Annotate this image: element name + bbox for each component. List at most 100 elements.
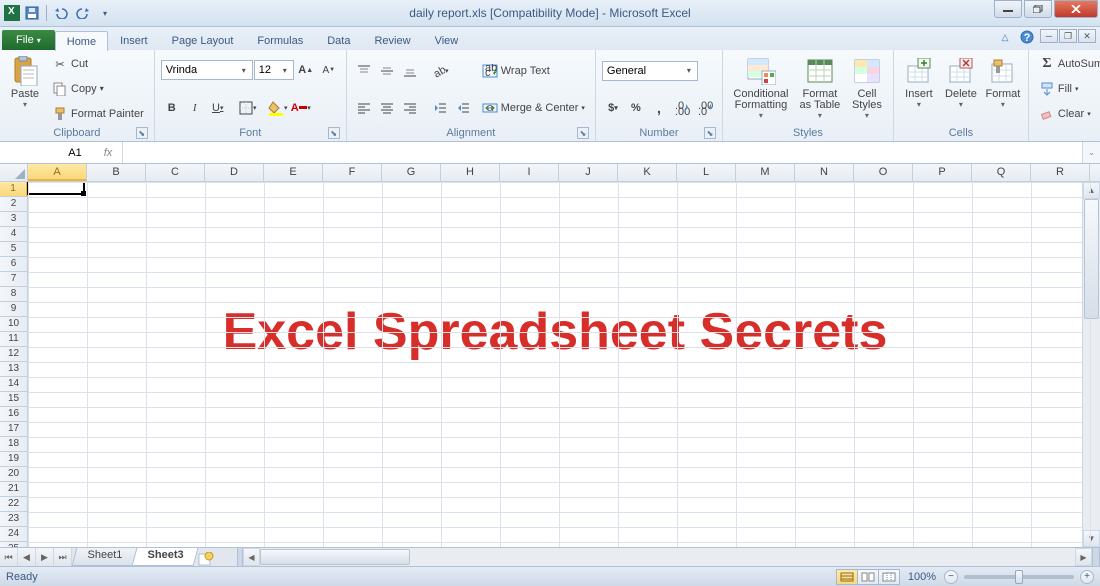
horizontal-scrollbar[interactable]: ◀ ▶ (243, 548, 1092, 566)
ribbon-minimize-button[interactable]: △ (996, 29, 1014, 45)
decrease-decimals-button[interactable]: .00.0 (694, 97, 716, 119)
row-header[interactable]: 15 (0, 392, 28, 407)
number-dialog-launcher[interactable]: ⬊ (704, 127, 716, 139)
sheet-nav-next-button[interactable]: ▶ (36, 548, 54, 566)
row-header[interactable]: 17 (0, 422, 28, 437)
font-dialog-launcher[interactable]: ⬊ (328, 127, 340, 139)
font-name-combo[interactable]: Vrinda▾ (161, 60, 253, 80)
zoom-percentage[interactable]: 100% (908, 571, 936, 583)
window-close-button[interactable] (1054, 0, 1098, 18)
zoom-slider[interactable] (964, 575, 1074, 579)
increase-indent-button[interactable] (452, 97, 474, 119)
hscroll-track[interactable] (260, 548, 1075, 566)
column-header[interactable]: C (146, 164, 205, 181)
tab-insert[interactable]: Insert (108, 30, 160, 50)
font-color-button[interactable]: A▾ (290, 97, 312, 119)
qat-save-button[interactable] (22, 3, 42, 23)
qat-redo-button[interactable] (73, 3, 93, 23)
grow-font-button[interactable]: A▲ (295, 59, 317, 81)
increase-decimals-button[interactable]: .0.00 (671, 97, 693, 119)
paste-button[interactable]: Paste ▾ (4, 52, 46, 126)
row-header[interactable]: 3 (0, 212, 28, 227)
fill-button[interactable]: Fill▾ (1035, 78, 1100, 100)
number-format-combo[interactable]: General▾ (602, 61, 698, 81)
align-top-button[interactable] (353, 60, 375, 82)
orientation-button[interactable]: ab▾ (429, 60, 451, 82)
tab-review[interactable]: Review (362, 30, 422, 50)
format-as-table-button[interactable]: Format as Table▾ (795, 52, 845, 126)
decrease-indent-button[interactable] (429, 97, 451, 119)
formula-input[interactable] (123, 142, 1082, 163)
row-header[interactable]: 24 (0, 527, 28, 542)
window-minimize-button[interactable] (994, 0, 1022, 18)
row-header[interactable]: 18 (0, 437, 28, 452)
italic-button[interactable]: I (184, 97, 206, 119)
workbook-minimize-button[interactable]: ─ (1040, 29, 1058, 43)
shrink-font-button[interactable]: A▼ (318, 59, 340, 81)
page-layout-view-button[interactable] (857, 569, 879, 585)
conditional-formatting-button[interactable]: Conditional Formatting▾ (727, 52, 795, 126)
tab-home[interactable]: Home (55, 31, 108, 51)
column-header[interactable]: M (736, 164, 795, 181)
row-header[interactable]: 4 (0, 227, 28, 242)
sheet-nav-first-button[interactable]: ⏮ (0, 548, 18, 566)
column-header[interactable]: D (205, 164, 264, 181)
vertical-scrollbar[interactable]: ▲ ▼ (1082, 182, 1100, 547)
row-header[interactable]: 16 (0, 407, 28, 422)
accounting-format-button[interactable]: $▾ (602, 97, 624, 119)
scroll-up-button[interactable]: ▲ (1083, 182, 1100, 199)
percent-format-button[interactable]: % (625, 97, 647, 119)
row-header[interactable]: 14 (0, 377, 28, 392)
align-middle-button[interactable] (376, 60, 398, 82)
column-header[interactable]: E (264, 164, 323, 181)
row-header[interactable]: 10 (0, 317, 28, 332)
align-center-button[interactable] (376, 97, 398, 119)
row-header[interactable]: 19 (0, 452, 28, 467)
align-bottom-button[interactable] (399, 60, 421, 82)
sheet-nav-prev-button[interactable]: ◀ (18, 548, 36, 566)
row-header[interactable]: 13 (0, 362, 28, 377)
fill-color-button[interactable]: ▾ (267, 97, 289, 119)
vscroll-thumb[interactable] (1084, 199, 1099, 319)
row-header[interactable]: 7 (0, 272, 28, 287)
tab-view[interactable]: View (423, 30, 471, 50)
row-header[interactable]: 11 (0, 332, 28, 347)
tab-data[interactable]: Data (315, 30, 362, 50)
hscroll-thumb[interactable] (260, 549, 410, 565)
underline-button[interactable]: U▾ (207, 97, 229, 119)
column-header[interactable]: R (1031, 164, 1090, 181)
row-header[interactable]: 5 (0, 242, 28, 257)
format-cells-button[interactable]: Format▾ (982, 52, 1024, 126)
normal-view-button[interactable] (836, 569, 858, 585)
column-header[interactable]: J (559, 164, 618, 181)
row-header[interactable]: 12 (0, 347, 28, 362)
zoom-out-button[interactable]: − (944, 570, 958, 584)
window-restore-button[interactable] (1024, 0, 1052, 18)
tab-file[interactable]: File▾ (2, 30, 55, 50)
row-header[interactable]: 2 (0, 197, 28, 212)
tab-formulas[interactable]: Formulas (245, 30, 315, 50)
help-button[interactable]: ? (1018, 29, 1036, 45)
column-header[interactable]: A (28, 164, 87, 181)
qat-undo-button[interactable] (51, 3, 71, 23)
workbook-restore-button[interactable]: ❐ (1059, 29, 1077, 43)
row-header[interactable]: 23 (0, 512, 28, 527)
cut-button[interactable]: ✂Cut (48, 53, 148, 75)
clear-button[interactable]: Clear▾ (1035, 103, 1100, 125)
sheet-tab-sheet3[interactable]: Sheet3 (131, 548, 198, 566)
clipboard-dialog-launcher[interactable]: ⬊ (136, 127, 148, 139)
column-header[interactable]: F (323, 164, 382, 181)
column-header[interactable]: O (854, 164, 913, 181)
scroll-right-button[interactable]: ▶ (1075, 548, 1092, 566)
zoom-in-button[interactable]: + (1080, 570, 1094, 584)
name-box[interactable]: ▾ (0, 142, 94, 163)
tab-page-layout[interactable]: Page Layout (160, 30, 246, 50)
row-header[interactable]: 8 (0, 287, 28, 302)
cell-styles-button[interactable]: Cell Styles▾ (845, 52, 889, 126)
column-header[interactable]: L (677, 164, 736, 181)
column-header[interactable]: B (87, 164, 146, 181)
align-right-button[interactable] (399, 97, 421, 119)
select-all-button[interactable] (0, 164, 28, 181)
delete-cells-button[interactable]: Delete▾ (940, 52, 982, 126)
autosum-button[interactable]: ΣAutoSum▾ (1035, 53, 1100, 75)
